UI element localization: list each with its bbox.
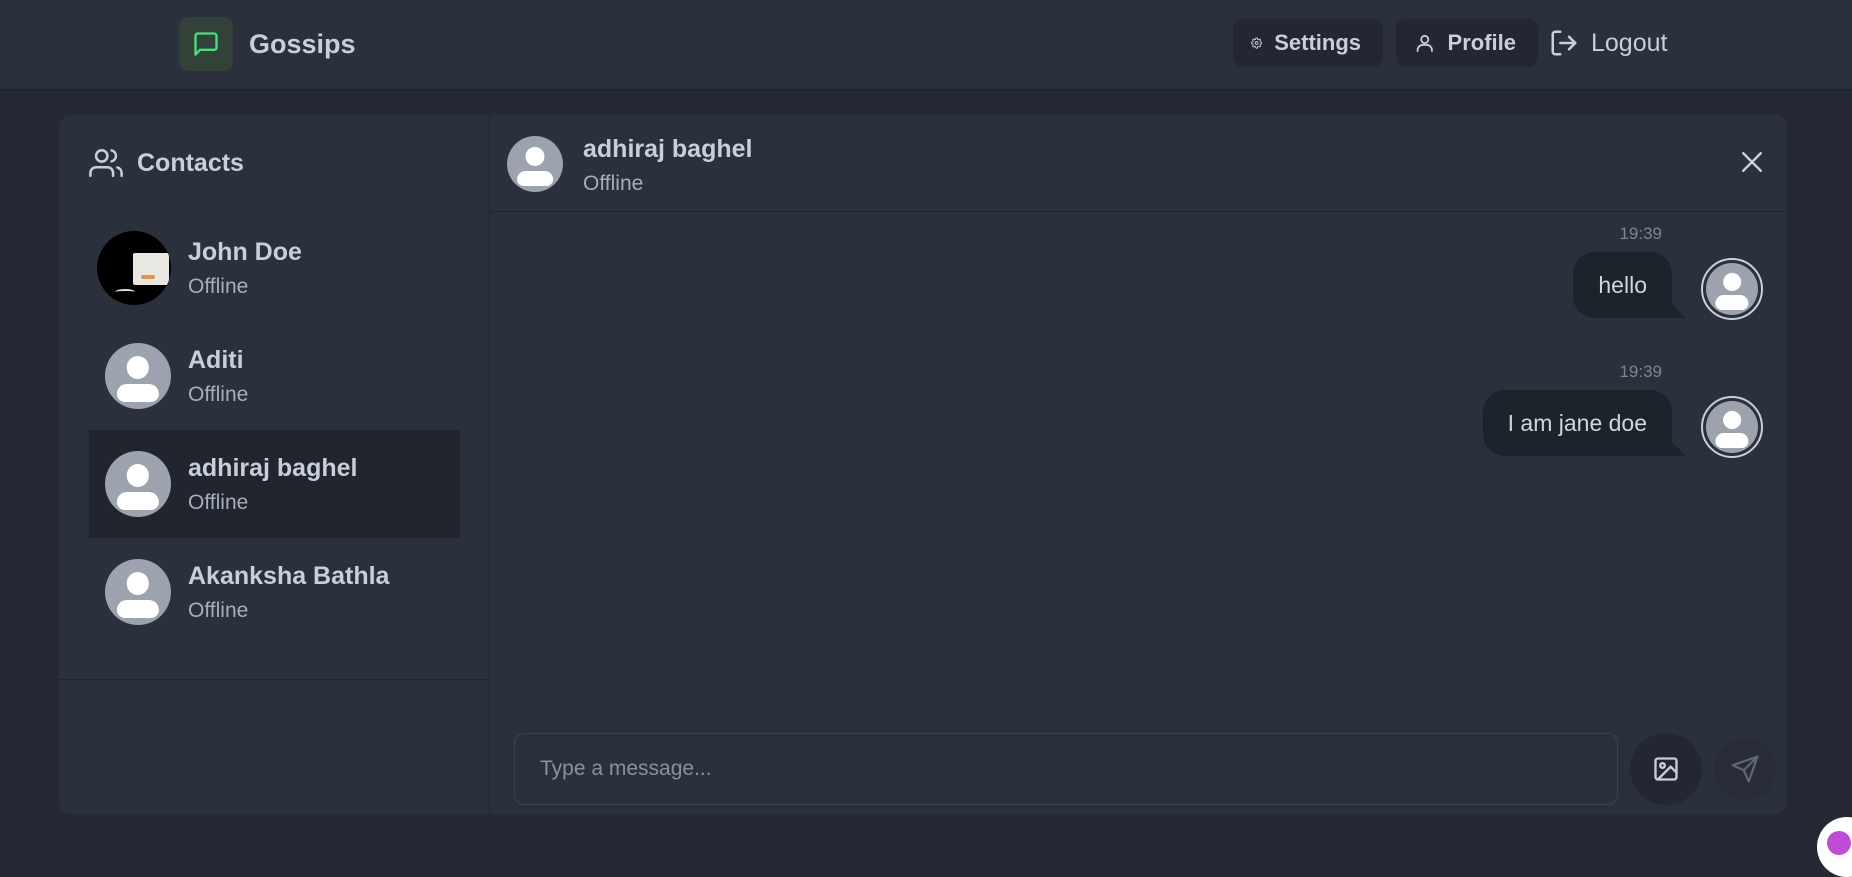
- message-list: 19:39 hello 19:39 I am jane doe: [490, 213, 1787, 723]
- chat-pane: adhiraj baghel Offline 19:39 hello 19:39…: [490, 115, 1787, 814]
- contact-name: adhiraj baghel: [188, 453, 358, 482]
- send-icon: [1731, 755, 1759, 783]
- contact-item[interactable]: Akanksha Bathla Offline: [89, 538, 460, 646]
- close-icon: [1742, 152, 1762, 172]
- message-composer: [490, 718, 1787, 814]
- contact-name: Akanksha Bathla: [188, 561, 390, 590]
- message-bubble: I am jane doe: [1482, 390, 1672, 456]
- contact-name: Aditi: [188, 345, 244, 374]
- attach-image-button[interactable]: [1630, 733, 1702, 805]
- contact-status: Offline: [188, 490, 249, 514]
- message-time: 19:39: [1619, 224, 1662, 243]
- contact-status: Offline: [188, 274, 249, 298]
- contact-item-selected[interactable]: adhiraj baghel Offline: [89, 430, 460, 538]
- contact-item[interactable]: Aditi Offline: [89, 322, 460, 430]
- contact-list: John Doe Offline Aditi Offline adhiraj b…: [89, 214, 460, 646]
- contact-status: Offline: [188, 382, 249, 406]
- avatar: [105, 451, 171, 517]
- logout-label: Logout: [1591, 28, 1668, 57]
- chat-header: adhiraj baghel Offline: [490, 115, 1787, 212]
- app-name: Gossips: [249, 28, 356, 59]
- contacts-header: Contacts: [89, 146, 244, 180]
- image-icon: [1654, 757, 1678, 781]
- avatar: [105, 343, 171, 409]
- chat-contact-name: adhiraj baghel: [583, 135, 753, 163]
- close-chat-button[interactable]: [1737, 147, 1767, 182]
- contacts-title: Contacts: [137, 148, 244, 177]
- chat-contact-avatar: [507, 136, 563, 192]
- contact-status: Offline: [188, 598, 249, 622]
- profile-button[interactable]: Profile: [1396, 19, 1538, 67]
- contact-item[interactable]: John Doe Offline: [89, 214, 460, 322]
- chat-container: Contacts John Doe Offline Aditi Offline …: [59, 115, 1787, 814]
- message-avatar: [1701, 396, 1763, 458]
- contacts-sidebar: Contacts John Doe Offline Aditi Offline …: [59, 115, 490, 814]
- users-icon: [89, 148, 123, 178]
- settings-button[interactable]: Settings: [1233, 19, 1383, 67]
- profile-label: Profile: [1447, 30, 1516, 55]
- avatar: [105, 559, 171, 625]
- avatar: [97, 231, 171, 305]
- message-time: 19:39: [1619, 362, 1662, 381]
- chat-contact-status: Offline: [583, 172, 644, 195]
- brand[interactable]: Gossips: [179, 17, 356, 71]
- send-button[interactable]: [1714, 738, 1776, 800]
- top-navbar: Gossips Settings Profile Logout: [0, 0, 1852, 90]
- logout-icon: [1551, 30, 1577, 56]
- message-input[interactable]: [514, 733, 1618, 805]
- contact-name: John Doe: [188, 237, 302, 266]
- floating-widget-icon[interactable]: [1817, 817, 1852, 877]
- message-avatar: [1701, 258, 1763, 320]
- user-icon: [1416, 34, 1433, 52]
- message-square-icon: [179, 17, 233, 71]
- message-bubble: hello: [1573, 252, 1672, 318]
- sidebar-divider: [59, 679, 490, 680]
- logout-button[interactable]: Logout: [1549, 19, 1667, 67]
- gear-icon: [1251, 37, 1263, 49]
- settings-label: Settings: [1274, 30, 1361, 55]
